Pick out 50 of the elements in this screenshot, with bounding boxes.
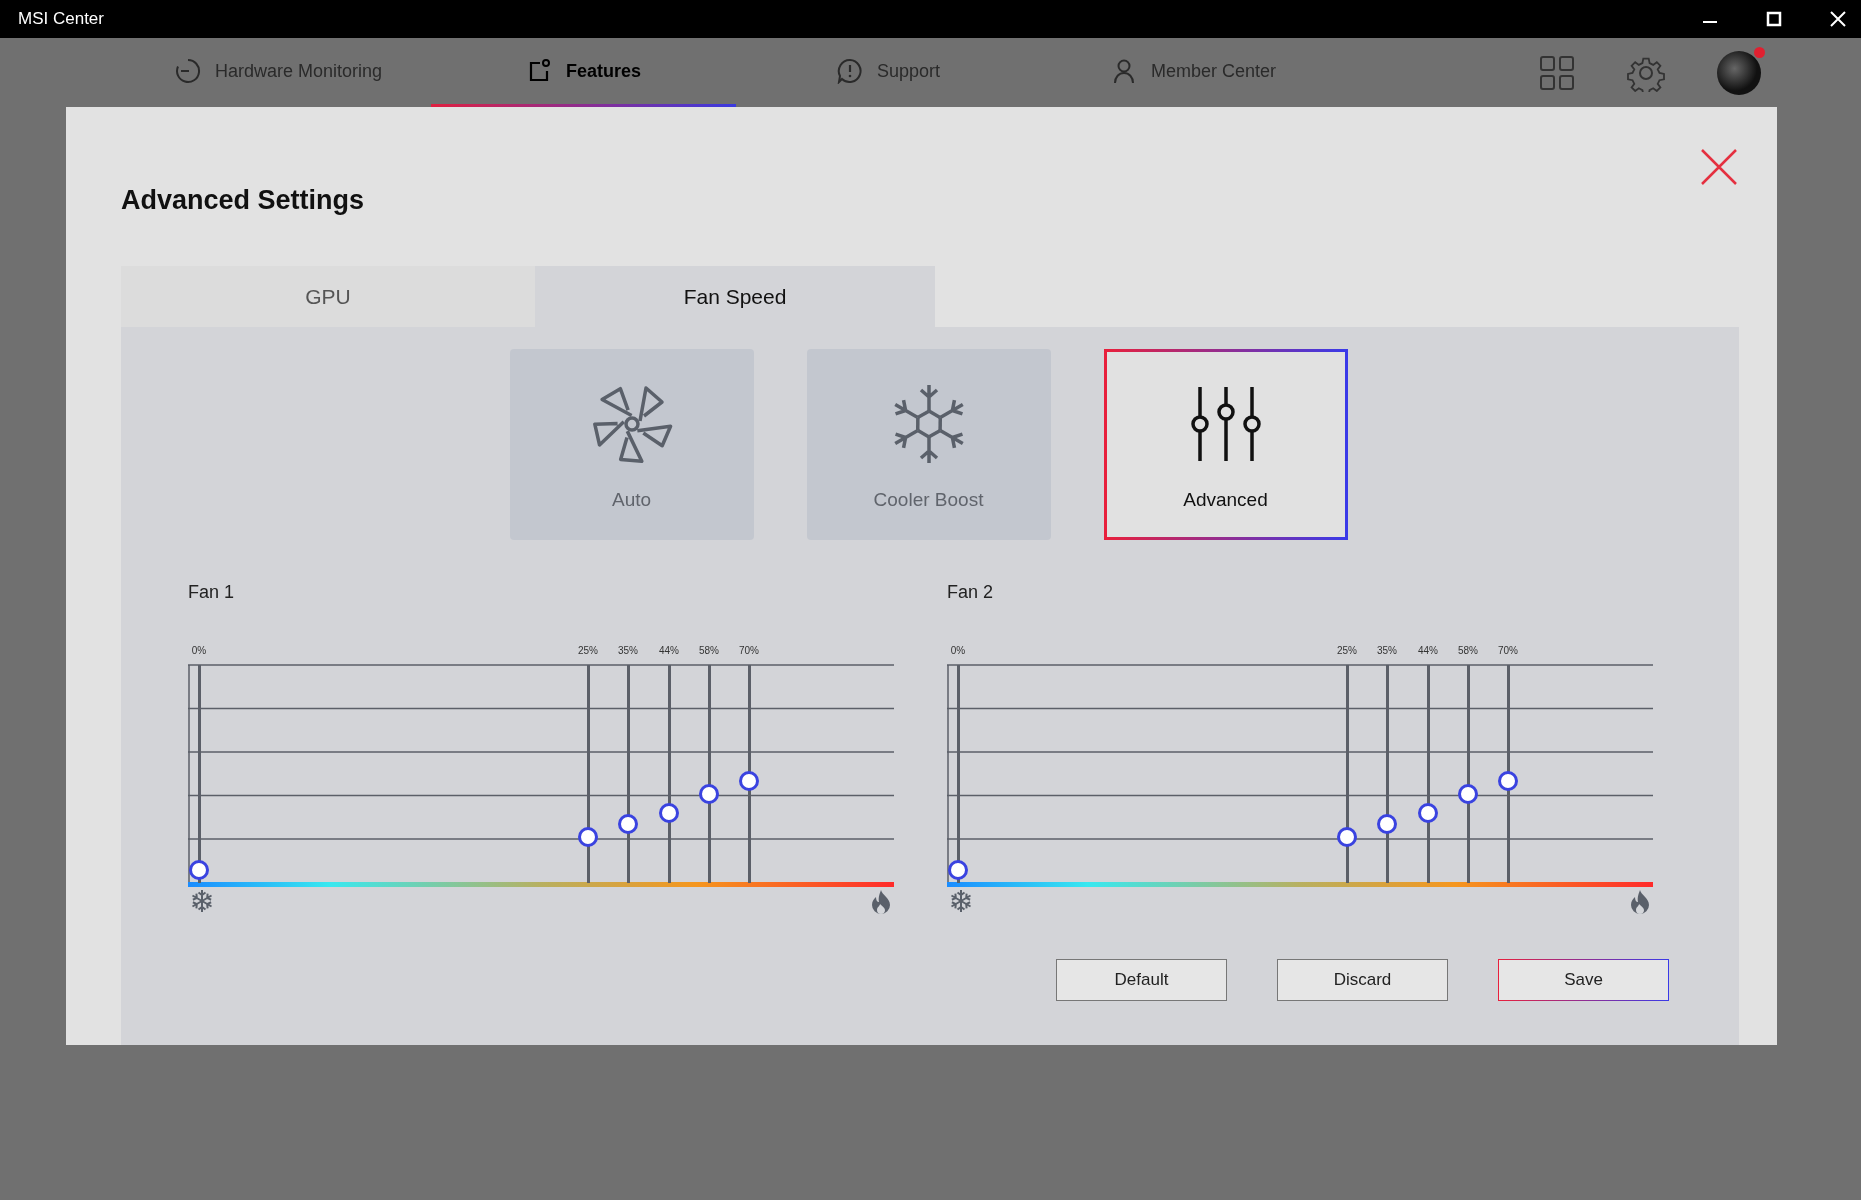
point-label: 70% <box>1497 645 1519 656</box>
slider-thumb[interactable] <box>1498 770 1518 791</box>
point-label: 25% <box>577 645 599 656</box>
nav-tab[interactable]: Member Center <box>1041 38 1346 107</box>
mode-card[interactable]: Auto <box>509 349 754 540</box>
fan-label: Fan 1 <box>188 582 236 603</box>
point-label: 0% <box>949 645 967 656</box>
exclamation-bubble-icon <box>836 58 863 84</box>
slider-thumb[interactable] <box>618 814 638 835</box>
point-label: 58% <box>1457 645 1479 656</box>
flame-icon <box>1629 889 1651 915</box>
settings-tab[interactable]: GPU <box>121 266 535 327</box>
point-label: 70% <box>738 645 760 656</box>
slider-thumb[interactable] <box>948 859 968 880</box>
snowflake-icon <box>190 889 214 913</box>
point-label: 44% <box>1417 645 1439 656</box>
point-label: 0% <box>190 645 208 656</box>
nav-tab[interactable]: Hardware Monitoring <box>126 38 431 107</box>
point-label: 35% <box>617 645 639 656</box>
grid-icon[interactable] <box>1539 54 1575 91</box>
slider-thumb[interactable] <box>1418 803 1438 824</box>
slider-thumb[interactable] <box>659 803 679 824</box>
gauge-icon <box>174 58 201 84</box>
slider-thumb[interactable] <box>1377 814 1397 835</box>
save-button[interactable]: Save <box>1498 959 1669 1001</box>
slider-thumb[interactable] <box>1458 783 1478 804</box>
maximize-icon[interactable] <box>1765 10 1783 28</box>
fan-icon <box>590 383 673 465</box>
action-button[interactable]: Default <box>1056 959 1227 1001</box>
mode-card[interactable]: Advanced <box>1103 349 1348 540</box>
dialog-title: Advanced Settings <box>121 185 365 216</box>
slider-thumb[interactable] <box>699 783 719 804</box>
slider-thumb[interactable] <box>578 827 598 848</box>
mode-card[interactable]: Cooler Boost <box>806 349 1051 540</box>
point-label: 35% <box>1376 645 1398 656</box>
flame-icon <box>870 889 892 915</box>
slider-thumb[interactable] <box>739 770 759 791</box>
settings-tab[interactable]: Fan Speed <box>535 266 935 327</box>
notification-dot <box>1754 46 1765 58</box>
nav-tab[interactable]: Support <box>736 38 1041 107</box>
point-label: 44% <box>658 645 680 656</box>
slider-thumb[interactable] <box>189 859 209 880</box>
avatar[interactable] <box>1717 50 1761 95</box>
snowflake-icon <box>949 889 973 913</box>
fan-label: Fan 2 <box>947 582 995 603</box>
action-button[interactable]: Discard <box>1277 959 1448 1001</box>
point-label: 25% <box>1336 645 1358 656</box>
window-title: MSI Center <box>18 9 104 29</box>
slider-thumb[interactable] <box>1337 827 1357 848</box>
point-label: 58% <box>698 645 720 656</box>
